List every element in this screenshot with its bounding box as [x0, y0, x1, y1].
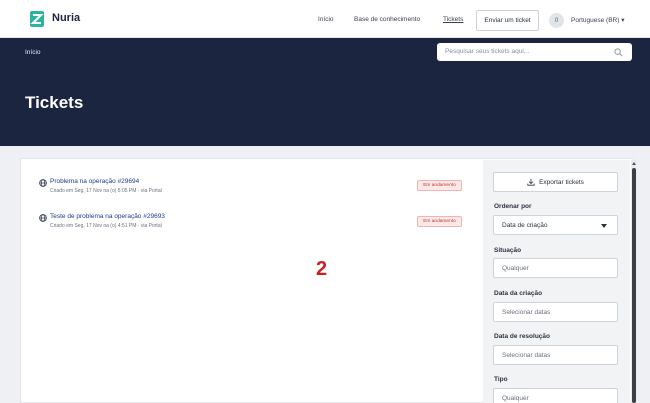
export-tickets-label: Exportar tickets — [539, 178, 584, 186]
created-date-value: Selecionar datas — [502, 309, 551, 316]
breadcrumb[interactable]: Início — [25, 49, 41, 56]
ticket-title[interactable]: Problema na operação #29694 — [50, 178, 139, 185]
avatar[interactable]: 0 — [549, 13, 564, 28]
sort-value: Data de criação — [502, 222, 548, 229]
scrollbar-thumb[interactable] — [632, 168, 636, 403]
resolved-date-value: Selecionar datas — [502, 352, 551, 359]
ticket-meta: Criado em Seg, 17 Nov na (o) 4:51 PM · v… — [50, 223, 162, 229]
filter-sidebar: Exportar tickets Ordenar por Data de cri… — [483, 160, 630, 403]
status-badge: Em andamento — [417, 216, 462, 227]
status-filter-field[interactable]: Qualquer — [493, 258, 618, 278]
globe-icon — [39, 179, 47, 187]
globe-icon — [39, 214, 47, 222]
search-input[interactable]: Pesquisar seus tickets aqui... — [437, 43, 632, 61]
chevron-down-icon — [601, 224, 607, 228]
submit-ticket-button[interactable]: Enviar um ticket — [476, 10, 539, 31]
language-selector[interactable]: Portuguese (BR) ▾ — [571, 16, 624, 24]
ticket-title[interactable]: Teste de problema na operação #29693 — [50, 213, 165, 220]
download-icon — [527, 178, 535, 186]
status-filter-label: Situação — [494, 247, 522, 254]
top-navbar: Nuria Início Base de conhecimento Ticket… — [0, 0, 650, 38]
scrollbar[interactable] — [631, 160, 637, 403]
search-icon[interactable] — [614, 48, 623, 57]
resolved-date-label: Data de resolução — [494, 333, 550, 340]
type-filter-field[interactable]: Qualquer — [493, 388, 618, 403]
type-filter-label: Tipo — [494, 376, 508, 383]
nav-link-tickets[interactable]: Tickets — [443, 16, 463, 23]
scroll-up-icon[interactable] — [632, 162, 636, 165]
resolved-date-field[interactable]: Selecionar datas — [493, 345, 618, 365]
sort-select[interactable]: Data de criação — [493, 215, 618, 235]
ticket-row[interactable]: Problema na operação #29694 Criado em Se… — [39, 178, 469, 202]
nav-link-inicio[interactable]: Início — [318, 16, 334, 23]
created-date-label: Data da criação — [494, 290, 543, 297]
status-badge: Em andamento — [417, 180, 462, 191]
overlay-number: 2 — [316, 258, 328, 280]
type-filter-value: Qualquer — [502, 395, 529, 402]
status-filter-value: Qualquer — [502, 265, 529, 272]
sort-label: Ordenar por — [494, 203, 532, 210]
brand-name[interactable]: Nuria — [52, 12, 80, 24]
page-title: Tickets — [25, 93, 84, 112]
ticket-row[interactable]: Teste de problema na operação #29693 Cri… — [39, 213, 469, 237]
nav-link-knowledge-base[interactable]: Base de conhecimento — [354, 16, 420, 23]
ticket-meta: Criado em Seg, 17 Nov na (o) 5:05 PM · v… — [50, 188, 162, 194]
created-date-field[interactable]: Selecionar datas — [493, 302, 618, 322]
export-tickets-button[interactable]: Exportar tickets — [493, 172, 618, 192]
nuria-logo-icon[interactable] — [30, 11, 44, 27]
hero-banner: Início Pesquisar seus tickets aqui... Ti… — [0, 38, 650, 146]
search-placeholder: Pesquisar seus tickets aqui... — [445, 48, 530, 55]
